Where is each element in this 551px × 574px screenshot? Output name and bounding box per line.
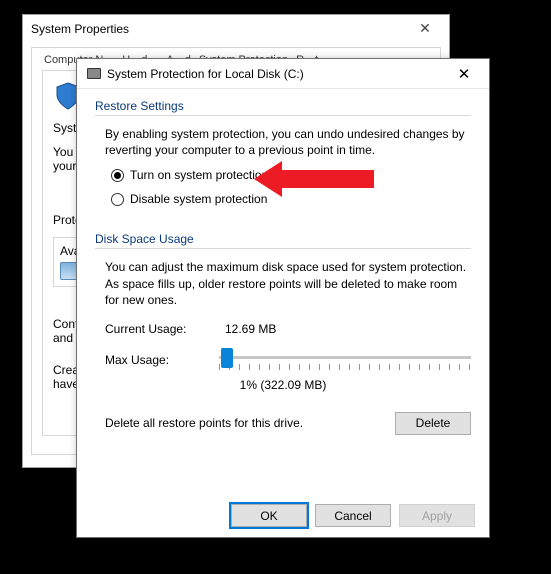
radio-turn-on[interactable]: Turn on system protection — [111, 168, 471, 182]
restore-help-text: By enabling system protection, you can u… — [105, 126, 471, 158]
cancel-button[interactable]: Cancel — [315, 504, 391, 527]
slider-track-line — [219, 356, 471, 359]
ok-button[interactable]: OK — [231, 504, 307, 527]
front-body: Restore Settings By enabling system prot… — [77, 89, 489, 445]
max-usage-label: Max Usage: — [105, 353, 205, 367]
dialog-footer: OK Cancel Apply — [231, 504, 475, 527]
slider-value-text: 1% (322.09 MB) — [95, 378, 471, 392]
close-icon: ✕ — [419, 20, 431, 37]
back-titlebar: System Properties ✕ — [23, 15, 449, 43]
radio-on-icon — [111, 169, 124, 182]
delete-help-text: Delete all restore points for this drive… — [105, 416, 303, 430]
drive-icon — [87, 68, 101, 79]
system-protection-dialog: System Protection for Local Disk (C:) ✕ … — [76, 58, 490, 538]
max-usage-slider[interactable] — [219, 348, 471, 372]
disk-space-header: Disk Space Usage — [95, 232, 471, 249]
front-titlebar: System Protection for Local Disk (C:) ✕ — [77, 59, 489, 89]
radio-disable[interactable]: Disable system protection — [111, 192, 471, 206]
close-button[interactable]: ✕ — [407, 18, 443, 38]
close-button[interactable]: ✕ — [445, 63, 483, 85]
radio-off-label: Disable system protection — [130, 192, 267, 206]
apply-button: Apply — [399, 504, 475, 527]
delete-button[interactable]: Delete — [395, 412, 471, 435]
close-icon: ✕ — [458, 65, 471, 83]
front-title: System Protection for Local Disk (C:) — [107, 67, 304, 81]
restore-settings-header: Restore Settings — [95, 99, 471, 116]
radio-on-label: Turn on system protection — [130, 168, 268, 182]
slider-ticks — [219, 364, 471, 370]
disk-help-text: You can adjust the maximum disk space us… — [105, 259, 471, 308]
radio-off-icon — [111, 193, 124, 206]
current-usage-label: Current Usage: — [105, 322, 205, 336]
back-title: System Properties — [31, 22, 129, 36]
current-usage-value: 12.69 MB — [225, 322, 276, 336]
slider-thumb[interactable] — [221, 348, 233, 368]
